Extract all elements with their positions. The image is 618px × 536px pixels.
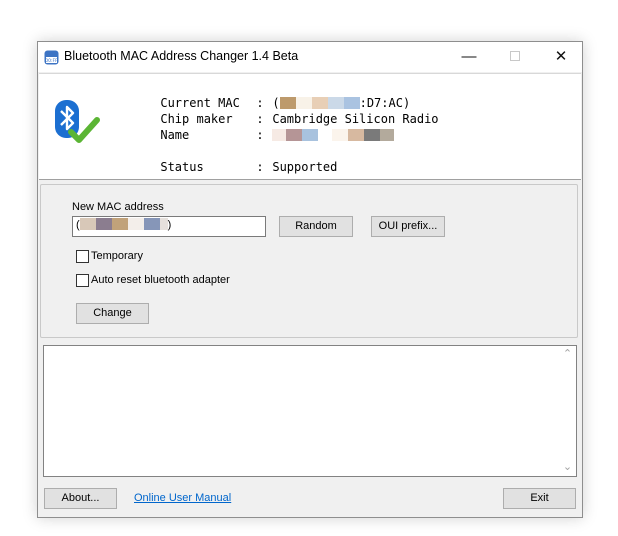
maximize-icon bbox=[510, 50, 520, 61]
random-button[interactable]: Random bbox=[279, 216, 353, 237]
temporary-checkbox[interactable] bbox=[76, 250, 89, 263]
name-label: Name bbox=[160, 128, 190, 142]
auto-reset-checkbox[interactable] bbox=[76, 274, 89, 287]
maximize-button[interactable] bbox=[492, 42, 538, 72]
scroll-up-icon[interactable]: ⌃ bbox=[559, 346, 576, 363]
bluetooth-check-icon bbox=[55, 100, 100, 143]
temporary-label[interactable]: Temporary bbox=[91, 250, 143, 262]
close-button[interactable]: ✕ bbox=[538, 42, 584, 72]
log-textarea[interactable]: ⌃ ⌄ bbox=[43, 345, 577, 477]
status-label: Status bbox=[160, 160, 204, 174]
exit-button[interactable]: Exit bbox=[503, 488, 576, 509]
title-bar[interactable]: 00:FF Bluetooth MAC Address Changer 1.4 … bbox=[38, 42, 582, 72]
app-window: 00:FF Bluetooth MAC Address Changer 1.4 … bbox=[37, 41, 583, 518]
new-mac-input[interactable]: () bbox=[72, 216, 266, 237]
mac-input-redacted bbox=[79, 218, 168, 231]
new-mac-label: New MAC address bbox=[72, 201, 164, 213]
oui-prefix-button[interactable]: OUI prefix... bbox=[371, 216, 445, 237]
separator: : bbox=[256, 128, 264, 142]
device-name-redacted bbox=[272, 128, 395, 142]
status-row: Status: Supported bbox=[117, 146, 337, 188]
about-button[interactable]: About... bbox=[44, 488, 117, 509]
minimize-button[interactable]: — bbox=[446, 42, 492, 72]
change-button[interactable]: Change bbox=[76, 303, 149, 324]
online-manual-link[interactable]: Online User Manual bbox=[134, 492, 231, 504]
svg-text:00:FF: 00:FF bbox=[45, 58, 58, 64]
vertical-scrollbar[interactable]: ⌃ ⌄ bbox=[559, 346, 576, 476]
window-title: Bluetooth MAC Address Changer 1.4 Beta bbox=[64, 49, 299, 63]
auto-reset-label[interactable]: Auto reset bluetooth adapter bbox=[91, 274, 230, 286]
device-info-panel: Current MAC:(:D7:AC) Chip maker: Cambridg… bbox=[39, 73, 581, 180]
status-value: Supported bbox=[272, 160, 338, 174]
separator: : bbox=[256, 160, 264, 174]
bluetooth-changer-app-icon: 00:FF bbox=[44, 50, 59, 65]
scroll-down-icon[interactable]: ⌄ bbox=[559, 459, 576, 476]
mac-input-suffix: ) bbox=[167, 219, 172, 231]
